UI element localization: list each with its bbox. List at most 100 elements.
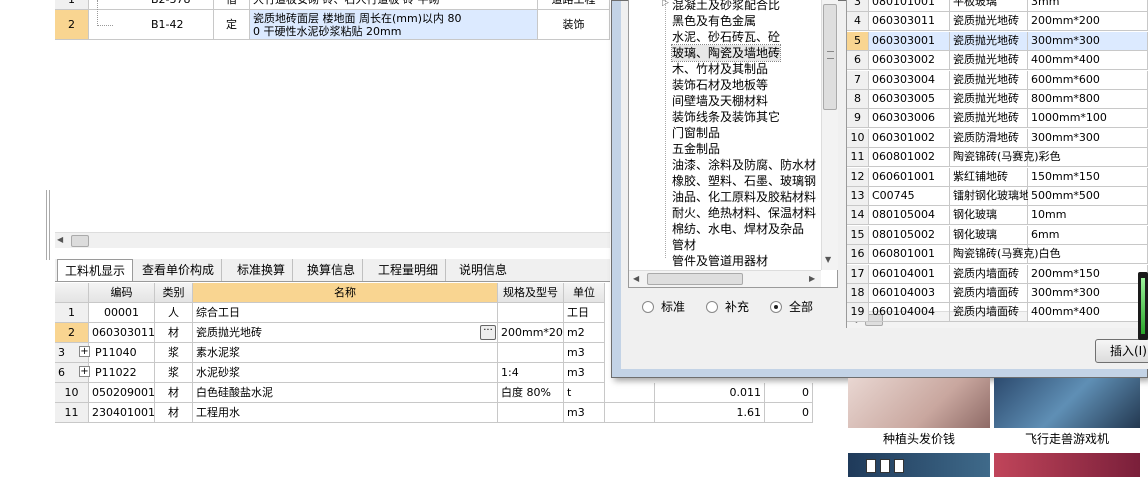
- name-cell[interactable]: 瓷质抛光地砖: [950, 51, 1028, 71]
- unit-cell[interactable]: m3: [564, 343, 605, 363]
- code-cell[interactable]: 060303005: [869, 90, 950, 109]
- tree-vscrollbar[interactable]: ▼: [821, 0, 838, 270]
- blank-cell[interactable]: [605, 403, 655, 423]
- radio-all[interactable]: [770, 301, 782, 313]
- unit-cell[interactable]: 工日: [564, 303, 605, 323]
- row-number[interactable]: 2: [55, 10, 89, 40]
- name-cell[interactable]: 钢化玻璃: [950, 225, 1028, 245]
- type-cell[interactable]: 材: [155, 383, 193, 403]
- row-number[interactable]: 18: [847, 284, 869, 303]
- ad-image-4[interactable]: [994, 453, 1140, 477]
- spec-cell[interactable]: 10mm: [1028, 206, 1148, 226]
- ad-caption-2[interactable]: 飞行走兽游戏机: [994, 430, 1140, 447]
- name-cell[interactable]: 瓷质内墙面砖: [950, 284, 1028, 303]
- row-number[interactable]: 10: [55, 383, 89, 403]
- code-cell[interactable]: 060104004: [869, 303, 950, 323]
- quantity-cell[interactable]: 1.61: [655, 403, 765, 423]
- tree-item[interactable]: 水泥、砂石砖瓦、砼: [672, 29, 780, 45]
- spec-cell[interactable]: 白度 80%: [498, 383, 564, 403]
- scroll-thumb[interactable]: [823, 4, 837, 110]
- name-cell[interactable]: 素水泥浆: [193, 343, 498, 363]
- price-cell[interactable]: 0: [765, 383, 813, 403]
- tree-item[interactable]: 五金制品: [672, 141, 720, 157]
- row-number[interactable]: 4: [847, 12, 869, 32]
- type-cell[interactable]: 材: [155, 323, 193, 343]
- row-number[interactable]: 17: [847, 264, 869, 284]
- header-type[interactable]: 类别: [155, 283, 193, 303]
- code-cell[interactable]: 060303004: [869, 70, 950, 90]
- unit-cell[interactable]: m3: [564, 403, 605, 423]
- code-cell[interactable]: 050209001: [89, 383, 155, 403]
- row-number[interactable]: 3: [847, 0, 869, 12]
- scroll-right-arrow[interactable]: ▶: [809, 274, 815, 283]
- spec-cell[interactable]: [498, 303, 564, 323]
- expand-arrow-icon[interactable]: ▷: [662, 0, 669, 8]
- scroll-left-arrow[interactable]: ◀: [57, 235, 67, 247]
- insert-button[interactable]: 插入(I): [1095, 339, 1148, 363]
- tab-unit-price[interactable]: 查看单价构成: [135, 259, 223, 281]
- blank-cell[interactable]: [605, 383, 655, 403]
- spec-cell[interactable]: 800mm*800: [1028, 90, 1148, 109]
- tree-item[interactable]: 装饰石材及地板等: [672, 77, 768, 93]
- code-cell[interactable]: P11040: [89, 343, 155, 363]
- scroll-down-arrow[interactable]: ▼: [825, 255, 831, 264]
- code-cell[interactable]: 060801002: [869, 148, 950, 168]
- name-cell[interactable]: 瓷质地砖面层 楼地面 周长在(mm)以内 80 0 干硬性水泥砂浆粘贴 20mm: [250, 10, 538, 40]
- tree-item[interactable]: 装饰线条及装饰其它: [672, 109, 780, 125]
- ad-image-3[interactable]: [848, 453, 990, 477]
- ad-caption-1[interactable]: 种植头发价钱: [848, 430, 990, 447]
- unit-cell[interactable]: m3: [564, 363, 605, 383]
- top-hscrollbar[interactable]: ◀: [55, 232, 610, 248]
- code-cell[interactable]: 060301002: [869, 128, 950, 148]
- unit-cell[interactable]: m2: [564, 323, 605, 343]
- name-cell[interactable]: 瓷质内墙面砖: [950, 303, 1028, 323]
- header-unit[interactable]: 单位: [564, 283, 605, 303]
- row-number[interactable]: 8: [847, 90, 869, 109]
- ad-image-2[interactable]: [994, 378, 1140, 428]
- tree-item[interactable]: 黑色及有色金属: [672, 13, 756, 29]
- tree-item[interactable]: 棉纺、水电、焊材及杂品: [672, 221, 804, 237]
- code-cell[interactable]: 060104003: [869, 284, 950, 303]
- quantity-cell[interactable]: 0.011: [655, 383, 765, 403]
- name-cell[interactable]: 钢化玻璃: [950, 206, 1028, 226]
- spec-cell[interactable]: 500mm*500: [1028, 187, 1148, 206]
- tree-hscrollbar[interactable]: ◀ ▶: [629, 270, 821, 287]
- code-cell[interactable]: C00745: [869, 187, 950, 206]
- name-cell[interactable]: 瓷质抛光地砖: [950, 90, 1028, 109]
- spec-cell[interactable]: 300mm*300: [1028, 31, 1148, 51]
- spec-cell[interactable]: 400mm*400: [1028, 303, 1148, 323]
- tree-item[interactable]: 门窗制品: [672, 125, 720, 141]
- name-cell[interactable]: 白色硅酸盐水泥: [193, 383, 498, 403]
- code-cell[interactable]: 080105002: [869, 225, 950, 245]
- radio-standard[interactable]: [642, 301, 654, 313]
- code-cell[interactable]: 060303001: [869, 31, 950, 51]
- tab-standard-conversion[interactable]: 标准换算: [230, 259, 294, 281]
- tree-item[interactable]: 木、竹材及其制品: [672, 61, 768, 77]
- tree-item[interactable]: 油漆、涂料及防腐、防水材: [672, 157, 816, 173]
- spec-cell[interactable]: 200mm*150: [1028, 264, 1148, 284]
- code-cell[interactable]: 060801001: [869, 245, 950, 265]
- name-cell[interactable]: 瓷质抛光地砖: [193, 323, 498, 343]
- spec-cell[interactable]: 1000mm*100: [1028, 109, 1148, 129]
- name-cell[interactable]: 瓷质防滑地砖: [950, 128, 1028, 148]
- type-cell[interactable]: 定: [214, 10, 250, 40]
- code-cell[interactable]: 080101001: [869, 0, 950, 12]
- scroll-thumb[interactable]: [647, 273, 743, 285]
- tree-item[interactable]: 间壁墙及天棚材料: [672, 93, 768, 109]
- row-number[interactable]: 1: [55, 0, 89, 10]
- name-cell[interactable]: 瓷质抛光地砖: [950, 12, 1028, 32]
- tree-item[interactable]: 耐火、绝热材料、保温材料: [672, 205, 816, 221]
- name-cell[interactable]: 大竹道板安砌 砖、石人行道板 砖 平砌: [250, 0, 538, 10]
- code-cell[interactable]: 060104001: [869, 264, 950, 284]
- row-number[interactable]: 11: [847, 148, 869, 168]
- name-cell[interactable]: 瓷质抛光地砖: [950, 109, 1028, 129]
- name-cell[interactable]: 镭射钢化玻璃地砖: [950, 187, 1041, 206]
- category-cell[interactable]: 装饰: [538, 10, 610, 40]
- spec-cell[interactable]: 3mm: [1028, 0, 1148, 12]
- code-cell[interactable]: 060601001: [869, 167, 950, 187]
- tree-item[interactable]: 玻璃、陶瓷及墙地砖: [670, 44, 782, 62]
- spec-cell[interactable]: 150mm*150: [1028, 167, 1148, 187]
- row-number[interactable]: 15: [847, 225, 869, 245]
- type-cell[interactable]: 借: [214, 0, 250, 10]
- ellipsis-button[interactable]: ···: [480, 325, 496, 340]
